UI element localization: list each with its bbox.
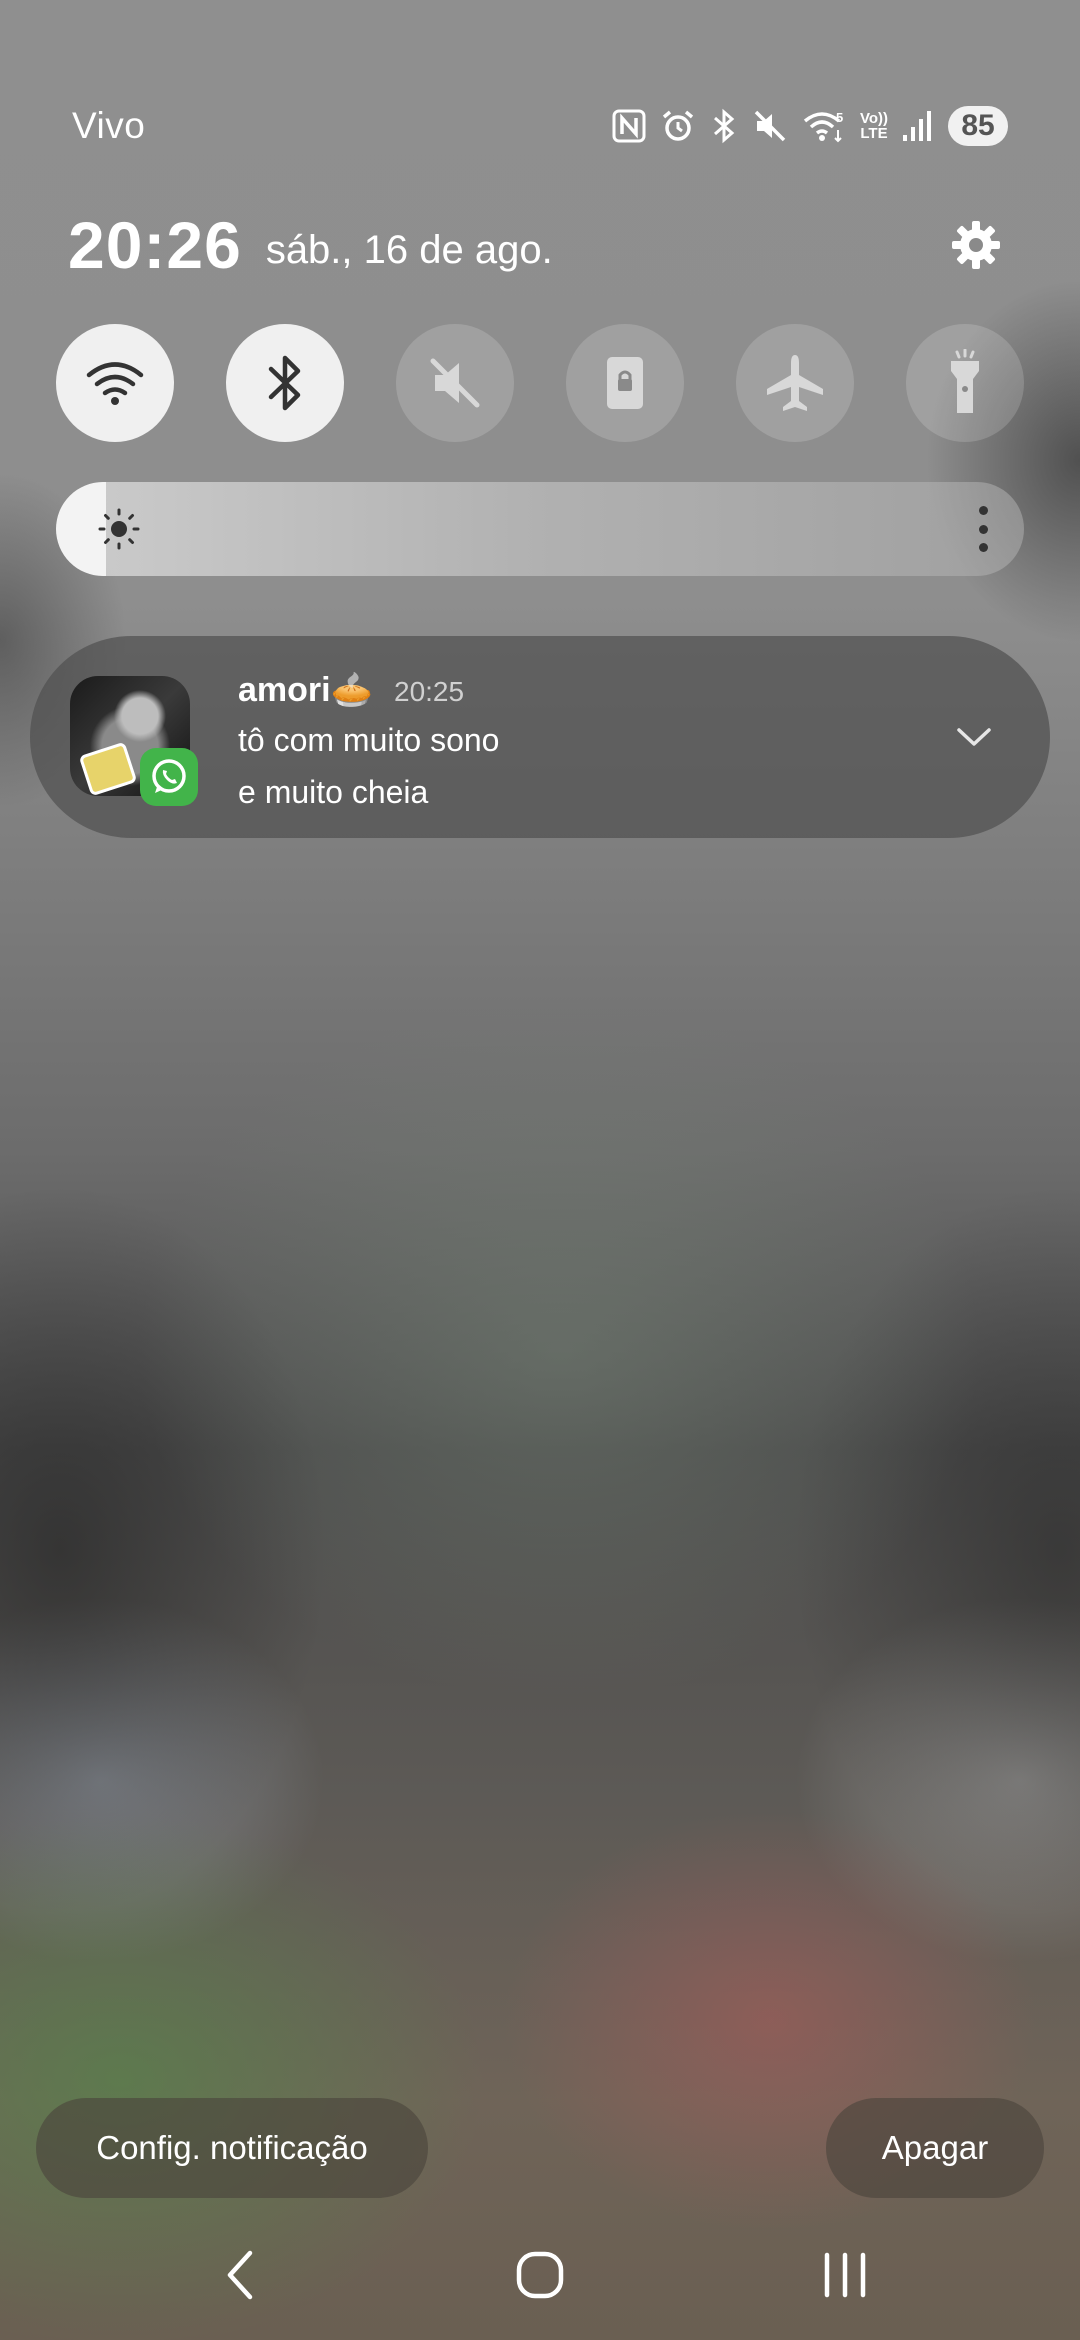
alarm-icon [660, 108, 696, 144]
volte-icon: Vo)) LTE [860, 111, 888, 141]
avatar-sticker [78, 741, 138, 796]
notification-card[interactable]: amori🥧 20:25 tô com muito sono e muito c… [30, 636, 1050, 838]
mute-icon [752, 108, 788, 144]
quick-settings-header: 20:26 sáb., 16 de ago. [68, 205, 1012, 285]
carrier-name: Vivo [72, 105, 146, 146]
home-button[interactable] [505, 2240, 575, 2310]
nfc-icon [612, 109, 646, 143]
back-button[interactable] [205, 2240, 275, 2310]
status-bar: Vivo 5 Vo)) LTE 85 [72, 100, 1008, 152]
wifi-icon: 5 [802, 108, 846, 144]
brightness-icon [98, 508, 140, 550]
whatsapp-icon [140, 748, 198, 806]
network-badge: 5 [836, 110, 843, 125]
brightness-slider[interactable] [56, 482, 1024, 576]
expand-button[interactable] [954, 722, 994, 752]
gear-icon [952, 221, 1000, 269]
signal-icon [902, 109, 934, 143]
mute-icon [430, 358, 480, 408]
back-icon [227, 2250, 253, 2300]
navigation-bar [0, 2240, 1080, 2310]
home-icon [516, 2251, 564, 2299]
wifi-toggle[interactable] [56, 324, 174, 442]
airplane-icon [767, 355, 823, 411]
airplane-mode-toggle[interactable] [736, 324, 854, 442]
battery-icon: 85 [948, 106, 1008, 146]
volte-bottom: LTE [860, 125, 888, 142]
bluetooth-icon [268, 355, 301, 411]
more-options-icon[interactable] [976, 506, 990, 552]
date: sáb., 16 de ago. [265, 227, 553, 272]
flashlight-icon [951, 349, 979, 413]
rotation-lock-toggle[interactable] [566, 324, 684, 442]
notification-time: 20:25 [394, 676, 465, 707]
bluetooth-toggle[interactable] [226, 324, 344, 442]
status-icons: 5 Vo)) LTE 85 [612, 106, 1008, 146]
chevron-down-icon [957, 728, 991, 746]
settings-button[interactable] [938, 207, 1014, 283]
wifi-icon [86, 362, 144, 405]
bluetooth-icon [710, 108, 738, 144]
flashlight-toggle[interactable] [906, 324, 1024, 442]
notification-message-line: e muito cheia [238, 774, 429, 810]
notification-settings-button[interactable]: Config. notificação [36, 2098, 428, 2198]
lock-icon [607, 357, 643, 409]
quick-toggles [56, 324, 1024, 442]
clear-button[interactable]: Apagar [826, 2098, 1044, 2198]
recents-button[interactable] [810, 2240, 880, 2310]
notification-message-line: tô com muito sono [238, 722, 500, 758]
recents-icon [824, 2252, 866, 2298]
sound-toggle[interactable] [396, 324, 514, 442]
notification-sender: amori🥧 [238, 671, 373, 709]
clock: 20:26 [68, 208, 242, 282]
